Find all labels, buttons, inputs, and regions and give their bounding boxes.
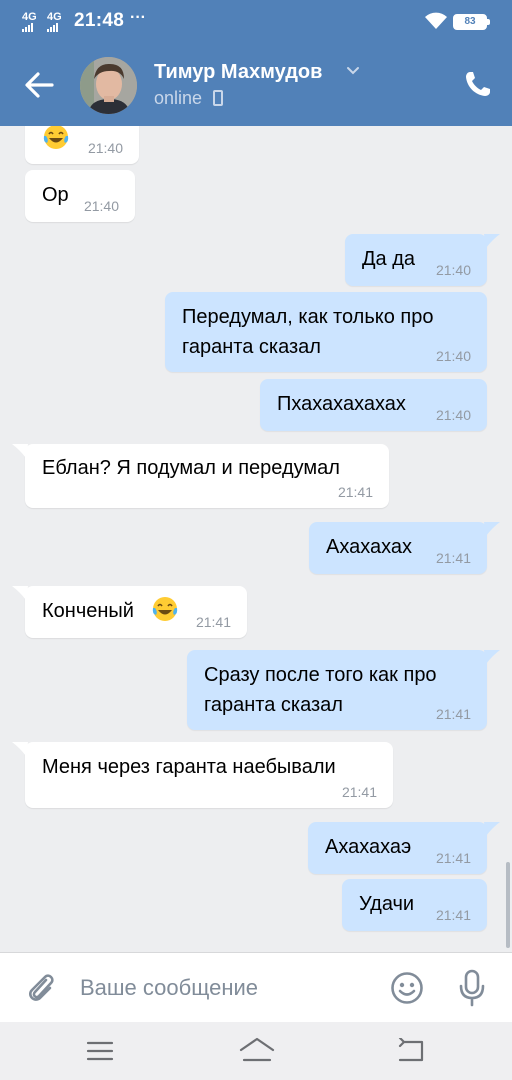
chat-header: 4G 4G 21:48 ··· 83 Тимур Махмудов online [0,0,512,126]
message-time: 21:41 [435,550,471,566]
message-time: 21:41 [435,706,471,722]
network-type-2: 4G [47,11,62,23]
microphone-icon[interactable] [457,969,487,1007]
message-incoming[interactable]: Конченый 21:41 [25,586,247,638]
bubble-tail [484,522,500,536]
message-outgoing[interactable]: Передумал, как только про гаранта сказал… [165,292,487,372]
phone-icon[interactable] [464,70,492,98]
bubble-tail [12,742,28,756]
mobile-device-icon [213,90,223,106]
message-text: Ор [42,184,69,206]
status-bar: 4G 4G 21:48 ··· 83 [0,0,512,44]
message-time: 21:41 [337,484,373,500]
signal-1: 4G [22,12,37,32]
back-nav-icon[interactable] [396,1038,426,1064]
message-outgoing[interactable]: Да да 21:40 [345,234,487,286]
paperclip-icon[interactable] [26,971,56,1005]
message-incoming[interactable]: 21:40 [25,126,139,164]
message-time: 21:40 [87,140,123,156]
chevron-down-icon[interactable] [346,66,360,76]
tears-of-joy-emoji-icon [43,126,69,149]
message-incoming[interactable]: Меня через гаранта наебывали 21:41 [25,742,393,808]
message-text-line1: Сразу после того как про [204,664,437,686]
message-input[interactable] [80,973,370,1003]
bubble-tail [484,650,500,664]
message-incoming[interactable]: Ор 21:40 [25,170,135,222]
message-time: 21:40 [435,348,471,364]
message-text-line2: гаранта сказал [182,336,321,358]
arrow-left-icon[interactable] [24,70,56,100]
bubble-tail [484,822,500,836]
message-time: 21:41 [435,850,471,866]
message-text: Меня через гаранта наебывали [42,756,336,778]
bubble-tail [484,234,500,248]
message-text: Ахахахах [326,536,413,558]
home-icon[interactable] [238,1036,276,1066]
message-outgoing[interactable]: Ахахахаэ 21:41 [308,822,487,874]
message-time: 21:40 [435,407,471,423]
message-text: Конченый [42,600,134,622]
message-time: 21:40 [435,262,471,278]
bubble-tail [12,444,28,458]
message-text-line2: гаранта сказал [204,694,343,716]
message-time: 21:41 [341,784,377,800]
smile-icon[interactable] [390,971,424,1005]
message-outgoing[interactable]: Удачи 21:41 [342,879,487,931]
status-time: 21:48 [74,10,125,31]
contact-status: online [154,88,203,108]
system-nav-bar [0,1022,512,1080]
message-composer [0,952,512,1022]
scrollbar[interactable] [506,862,510,948]
message-text: Еблан? Я подумал и передумал [42,457,340,479]
message-text: Удачи [359,893,415,915]
battery-icon: 83 [453,14,490,30]
message-outgoing[interactable]: Ахахахах 21:41 [309,522,487,574]
bubble-tail [12,586,28,600]
wifi-icon [425,12,447,29]
message-text-line1: Передумал, как только про [182,306,434,328]
notification-dots: ··· [130,9,146,26]
menu-icon[interactable] [86,1040,114,1062]
message-time: 21:41 [435,907,471,923]
tears-of-joy-emoji-icon [152,597,178,621]
message-incoming[interactable]: Еблан? Я подумал и передумал 21:41 [25,444,389,508]
message-time: 21:41 [195,614,231,630]
avatar[interactable] [80,57,137,114]
message-list[interactable]: 21:40 Ор 21:40 Да да 21:40 Передумал, ка… [0,126,512,952]
message-outgoing[interactable]: Сразу после того как про гаранта сказал … [187,650,487,730]
signal-2: 4G [47,12,62,32]
contact-name[interactable]: Тимур Махмудов [154,61,322,84]
message-time: 21:40 [83,198,119,214]
network-type-1: 4G [22,11,37,23]
message-text: Да да [362,248,416,270]
message-text: Ахахахаэ [325,836,412,858]
message-text: Пхахахахахах [277,393,406,415]
message-outgoing[interactable]: Пхахахахахах 21:40 [260,379,487,431]
